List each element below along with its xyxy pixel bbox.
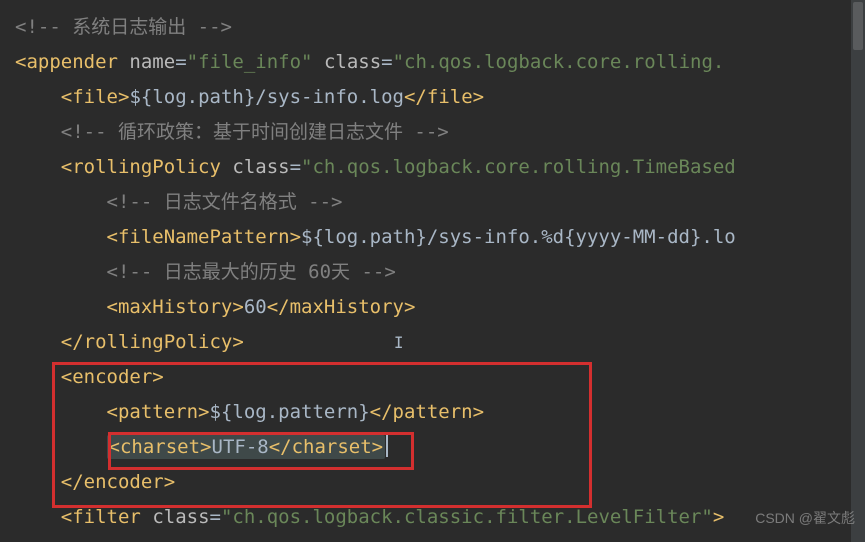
code-line[interactable]: <filter class="ch.qos.logback.classic.fi… [15, 500, 865, 535]
code-line[interactable]: <fileNamePattern>${log.path}/sys-info.%d… [15, 220, 865, 255]
code-line[interactable]: </rollingPolicy>I [15, 325, 865, 360]
code-line[interactable]: </encoder> [15, 465, 865, 500]
tag-filter: filter [72, 506, 141, 528]
tag-charset: charset [120, 436, 200, 458]
code-line[interactable]: <file>${log.path}/sys-info.log</file> [15, 80, 865, 115]
watermark-text: CSDN @翟文彪 [755, 501, 855, 536]
bracket: < [15, 51, 26, 73]
tag-file: file [72, 86, 118, 108]
code-line[interactable]: <!-- 日志文件名格式 --> [15, 185, 865, 220]
attr-value: "ch.qos.logback.core.rolling. [393, 51, 725, 73]
xml-comment: <!-- 系统日志输出 --> [15, 16, 232, 38]
code-line[interactable]: <charset>UTF-8</charset> [15, 430, 865, 465]
attr-class: class [324, 51, 381, 73]
code-line[interactable]: <rollingPolicy class="ch.qos.logback.cor… [15, 150, 865, 185]
attr-value: "ch.qos.logback.classic.filter.LevelFilt… [221, 506, 713, 528]
caret-icon [386, 435, 388, 457]
tag-encoder-close: encoder [84, 471, 164, 493]
tag-appender: appender [26, 51, 118, 73]
highlighted-selection: <charset>UTF-8</charset> [107, 435, 386, 459]
charset-value: UTF-8 [212, 436, 269, 458]
code-line[interactable]: <!-- 循环政策：基于时间创建日志文件 --> [15, 115, 865, 150]
attr-class: class [232, 156, 289, 178]
attr-class: class [152, 506, 209, 528]
code-editor[interactable]: <!-- 系统日志输出 --> <appender name="file_inf… [15, 10, 865, 535]
attr-value: "ch.qos.logback.core.rolling.TimeBased [301, 156, 736, 178]
vertical-scrollbar[interactable] [851, 0, 865, 542]
xml-comment: <!-- 循环政策：基于时间创建日志文件 --> [61, 121, 449, 143]
code-line[interactable]: <encoder> [15, 360, 865, 395]
xml-comment: <!-- 日志最大的历史 60天 --> [107, 261, 396, 283]
tag-filenamepattern: fileNamePattern [118, 226, 290, 248]
tag-encoder: encoder [72, 366, 152, 388]
tag-rollingpolicy-close: rollingPolicy [84, 331, 233, 353]
pattern-value: ${log.pattern} [210, 401, 370, 423]
code-line[interactable]: <maxHistory>60</maxHistory> [15, 290, 865, 325]
scrollbar-thumb[interactable] [853, 2, 863, 50]
xml-comment: <!-- 日志文件名格式 --> [107, 191, 343, 213]
text-cursor-icon: I [394, 333, 404, 352]
tag-pattern: pattern [118, 401, 198, 423]
code-line[interactable]: <pattern>${log.pattern}</pattern> [15, 395, 865, 430]
tag-maxhistory: maxHistory [118, 296, 232, 318]
attr-name: name [129, 51, 175, 73]
code-line[interactable]: <!-- 日志最大的历史 60天 --> [15, 255, 865, 290]
file-path: ${log.path}/sys-info.log [129, 86, 404, 108]
tag-rollingpolicy: rollingPolicy [72, 156, 221, 178]
maxhistory-value: 60 [244, 296, 267, 318]
code-line[interactable]: <!-- 系统日志输出 --> [15, 10, 865, 45]
code-line[interactable]: <appender name="file_info" class="ch.qos… [15, 45, 865, 80]
filename-pattern: ${log.path}/sys-info.%d{yyyy-MM-dd}.lo [301, 226, 736, 248]
attr-value: "file_info" [187, 51, 313, 73]
